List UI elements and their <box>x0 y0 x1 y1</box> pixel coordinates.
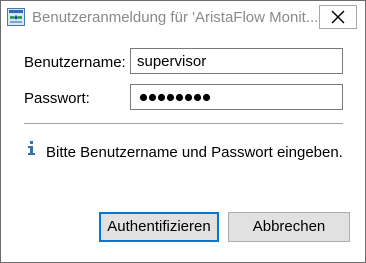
username-field[interactable] <box>130 48 343 74</box>
password-dot <box>157 93 166 102</box>
window-title: Benutzeranmeldung für 'AristaFlow Monit.… <box>32 9 318 26</box>
password-dot <box>175 93 184 102</box>
password-field[interactable] <box>130 84 343 110</box>
username-label: Benutzername: <box>24 54 126 71</box>
title-bar[interactable]: Benutzeranmeldung für 'AristaFlow Monit.… <box>1 1 365 34</box>
password-dot <box>202 93 211 102</box>
info-message: Bitte Benutzername und Passwort eingeben… <box>46 144 343 161</box>
close-icon <box>331 10 345 24</box>
aristaflow-app-icon <box>7 8 25 26</box>
authenticate-button[interactable]: Authentifizieren <box>99 212 219 242</box>
info-icon <box>28 141 36 156</box>
username-input[interactable] <box>131 49 342 73</box>
cancel-button[interactable]: Abbrechen <box>228 212 350 242</box>
close-button[interactable] <box>319 5 357 29</box>
password-dot <box>139 93 148 102</box>
password-masked-value <box>139 93 211 102</box>
login-dialog: Benutzeranmeldung für 'AristaFlow Monit.… <box>0 0 366 263</box>
separator <box>24 123 343 124</box>
password-dot <box>148 93 157 102</box>
password-label: Passwort: <box>24 90 90 107</box>
password-dot <box>193 93 202 102</box>
password-dot <box>166 93 175 102</box>
password-dot <box>184 93 193 102</box>
